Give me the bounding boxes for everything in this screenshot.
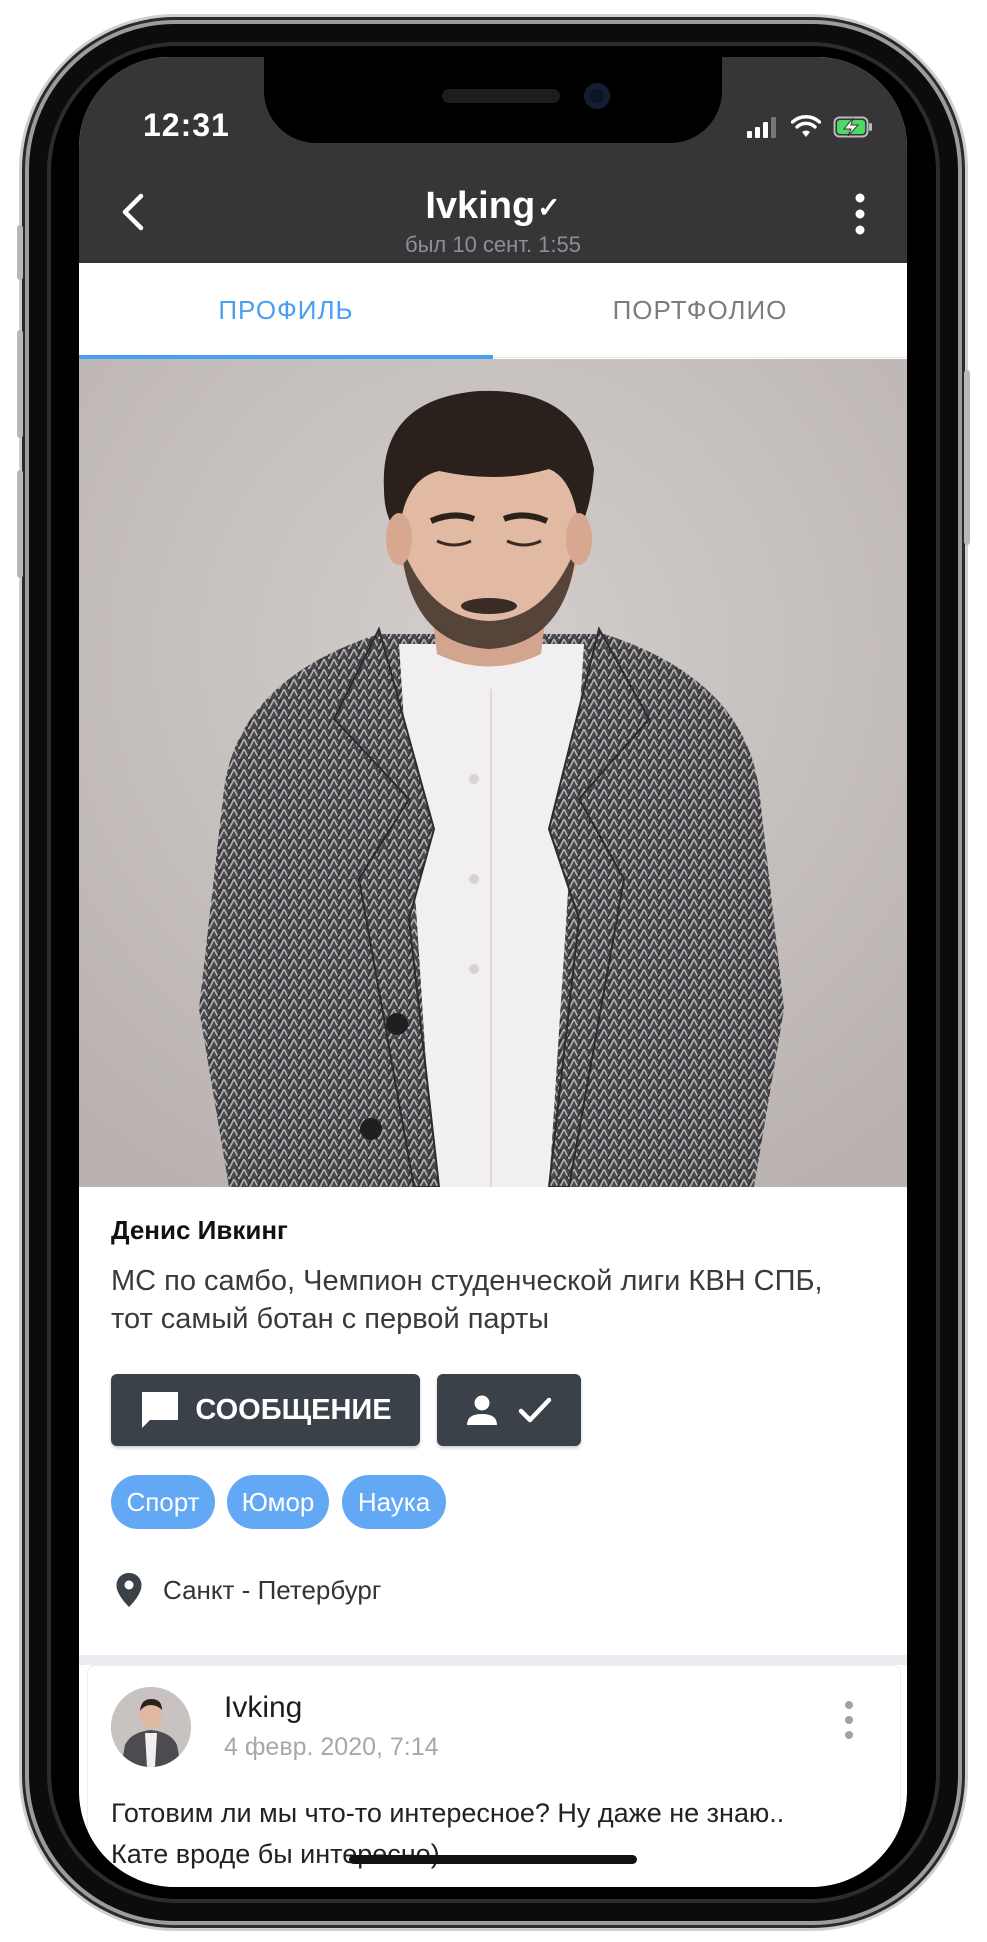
volume-up-button — [17, 330, 23, 438]
message-icon — [142, 1392, 179, 1428]
more-vertical-icon[interactable] — [853, 191, 867, 237]
verified-check-icon: ✓ — [537, 192, 561, 224]
volume-down-button — [17, 470, 23, 578]
app-screen: 12:31 Ivking✓ был 10 сент. 1:55 ПРОФИЛЬ … — [79, 57, 907, 1887]
profile-photo — [79, 359, 907, 1187]
tag-chip[interactable]: Спорт — [111, 1475, 215, 1529]
tab-portfolio[interactable]: ПОРТФОЛИО — [493, 263, 907, 357]
location-text: Санкт - Петербург — [163, 1575, 382, 1605]
status-icons — [747, 112, 873, 142]
header-title: Ivking✓ — [79, 185, 907, 228]
battery-charging-icon — [833, 116, 872, 138]
notch — [264, 57, 722, 143]
section-divider — [79, 1655, 907, 1665]
app-header: 12:31 Ivking✓ был 10 сент. 1:55 — [79, 57, 907, 263]
post-author[interactable]: Ivking — [224, 1691, 302, 1725]
signal-icon — [747, 117, 776, 138]
tag-chip[interactable]: Юмор — [227, 1475, 329, 1529]
tab-profile[interactable]: ПРОФИЛЬ — [79, 263, 493, 357]
post-date: 4 февр. 2020, 7:14 — [224, 1733, 439, 1761]
front-camera — [584, 83, 610, 109]
power-button — [964, 370, 970, 545]
check-icon — [518, 1397, 552, 1423]
wifi-icon — [791, 115, 821, 137]
username: Ivking — [425, 185, 536, 227]
post-more-icon[interactable] — [843, 1700, 855, 1740]
message-button[interactable]: СООБЩЕНИЕ — [111, 1374, 420, 1446]
profile-name: Денис Ивкинг — [111, 1215, 288, 1245]
profile-tabs: ПРОФИЛЬ ПОРТФОЛИО — [79, 263, 907, 359]
avatar[interactable] — [111, 1687, 191, 1767]
speaker — [442, 89, 560, 103]
mute-switch — [17, 225, 23, 280]
friend-status-button[interactable] — [437, 1374, 581, 1446]
tag-chip[interactable]: Наука — [342, 1475, 446, 1529]
message-button-label: СООБЩЕНИЕ — [195, 1393, 392, 1426]
home-indicator[interactable] — [349, 1855, 637, 1864]
status-time: 12:31 — [143, 107, 230, 143]
person-icon — [467, 1395, 497, 1425]
last-seen-text: был 10 сент. 1:55 — [404, 232, 581, 257]
location-pin-icon — [116, 1573, 142, 1607]
post-text-line: Готовим ли мы что-то интересное? Ну даже… — [111, 1798, 785, 1828]
profile-bio: МС по самбо, Чемпион студенческой лиги К… — [111, 1265, 823, 1335]
